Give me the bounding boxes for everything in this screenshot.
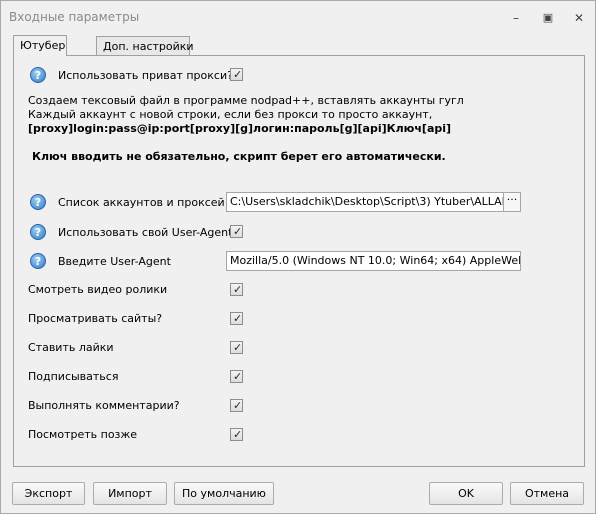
checkmark-icon: ✓ xyxy=(233,370,243,383)
minimize-icon[interactable]: – xyxy=(509,11,523,25)
comments-checkbox[interactable]: ✓ xyxy=(230,399,243,412)
info-note: Ключ вводить не обязательно, скрипт бере… xyxy=(32,150,446,163)
checkmark-icon: ✓ xyxy=(233,283,243,296)
watch-later-checkbox[interactable]: ✓ xyxy=(230,428,243,441)
defaults-button[interactable]: По умолчанию xyxy=(174,482,274,505)
help-icon[interactable]: ? xyxy=(30,67,46,83)
option-label: Посмотреть позже xyxy=(28,428,138,441)
ua-label: Введите User-Agent xyxy=(58,255,171,268)
export-button[interactable]: Экспорт xyxy=(12,482,85,505)
proxy-checkbox[interactable]: ✓ xyxy=(230,68,243,81)
checkmark-icon: ✓ xyxy=(233,312,243,325)
watch-videos-checkbox[interactable]: ✓ xyxy=(230,283,243,296)
ok-button[interactable]: OK xyxy=(429,482,503,505)
help-icon[interactable]: ? xyxy=(30,224,46,240)
cancel-button[interactable]: Отмена xyxy=(510,482,584,505)
checkmark-icon: ✓ xyxy=(233,225,243,238)
tab-panel: ? Использовать приват прокси? ✓ Создаем … xyxy=(13,55,585,467)
checkmark-icon: ✓ xyxy=(233,341,243,354)
settings-window: Входные параметры – ▣ ✕ Ютубер Доп. наст… xyxy=(0,0,596,514)
own-ua-label: Использовать свой User-Agent xyxy=(58,226,233,239)
tab-youtuber[interactable]: Ютубер xyxy=(13,35,67,56)
accounts-file-input[interactable]: C:\Users\skladchik\Desktop\Script\3) Ytu… xyxy=(226,192,504,212)
option-label: Ставить лайки xyxy=(28,341,114,354)
option-label: Смотреть видео ролики xyxy=(28,283,168,296)
info-line-2: Каждый аккаунт с новой строки, если без … xyxy=(28,108,433,121)
tab-extra-settings[interactable]: Доп. настройки xyxy=(96,36,194,55)
title-bar: Входные параметры – ▣ ✕ xyxy=(1,1,595,34)
subscribe-checkbox[interactable]: ✓ xyxy=(230,370,243,383)
checkmark-icon: ✓ xyxy=(233,399,243,412)
maximize-icon[interactable]: ▣ xyxy=(541,11,555,25)
close-icon[interactable]: ✕ xyxy=(572,11,586,25)
user-agent-input[interactable]: Mozilla/5.0 (Windows NT 10.0; Win64; x64… xyxy=(226,251,521,271)
option-label: Просматривать сайты? xyxy=(28,312,163,325)
checkmark-icon: ✓ xyxy=(233,428,243,441)
option-label: Выполнять комментарии? xyxy=(28,399,180,412)
browse-sites-checkbox[interactable]: ✓ xyxy=(230,312,243,325)
browse-button[interactable]: ··· xyxy=(503,192,521,212)
accounts-label: Список аккаунтов и проксей xyxy=(58,196,225,209)
help-icon[interactable]: ? xyxy=(30,194,46,210)
checkmark-icon: ✓ xyxy=(233,68,243,81)
likes-checkbox[interactable]: ✓ xyxy=(230,341,243,354)
import-button[interactable]: Импорт xyxy=(93,482,167,505)
window-title: Входные параметры xyxy=(9,10,140,24)
info-line-1: Создаем тексовый файл в программе nodpad… xyxy=(28,94,464,107)
proxy-label: Использовать приват прокси? xyxy=(58,69,233,82)
option-label: Подписываться xyxy=(28,370,119,383)
info-line-3: [proxy]login:pass@ip:port[proxy][g]логин… xyxy=(28,122,452,135)
help-icon[interactable]: ? xyxy=(30,253,46,269)
own-ua-checkbox[interactable]: ✓ xyxy=(230,225,243,238)
